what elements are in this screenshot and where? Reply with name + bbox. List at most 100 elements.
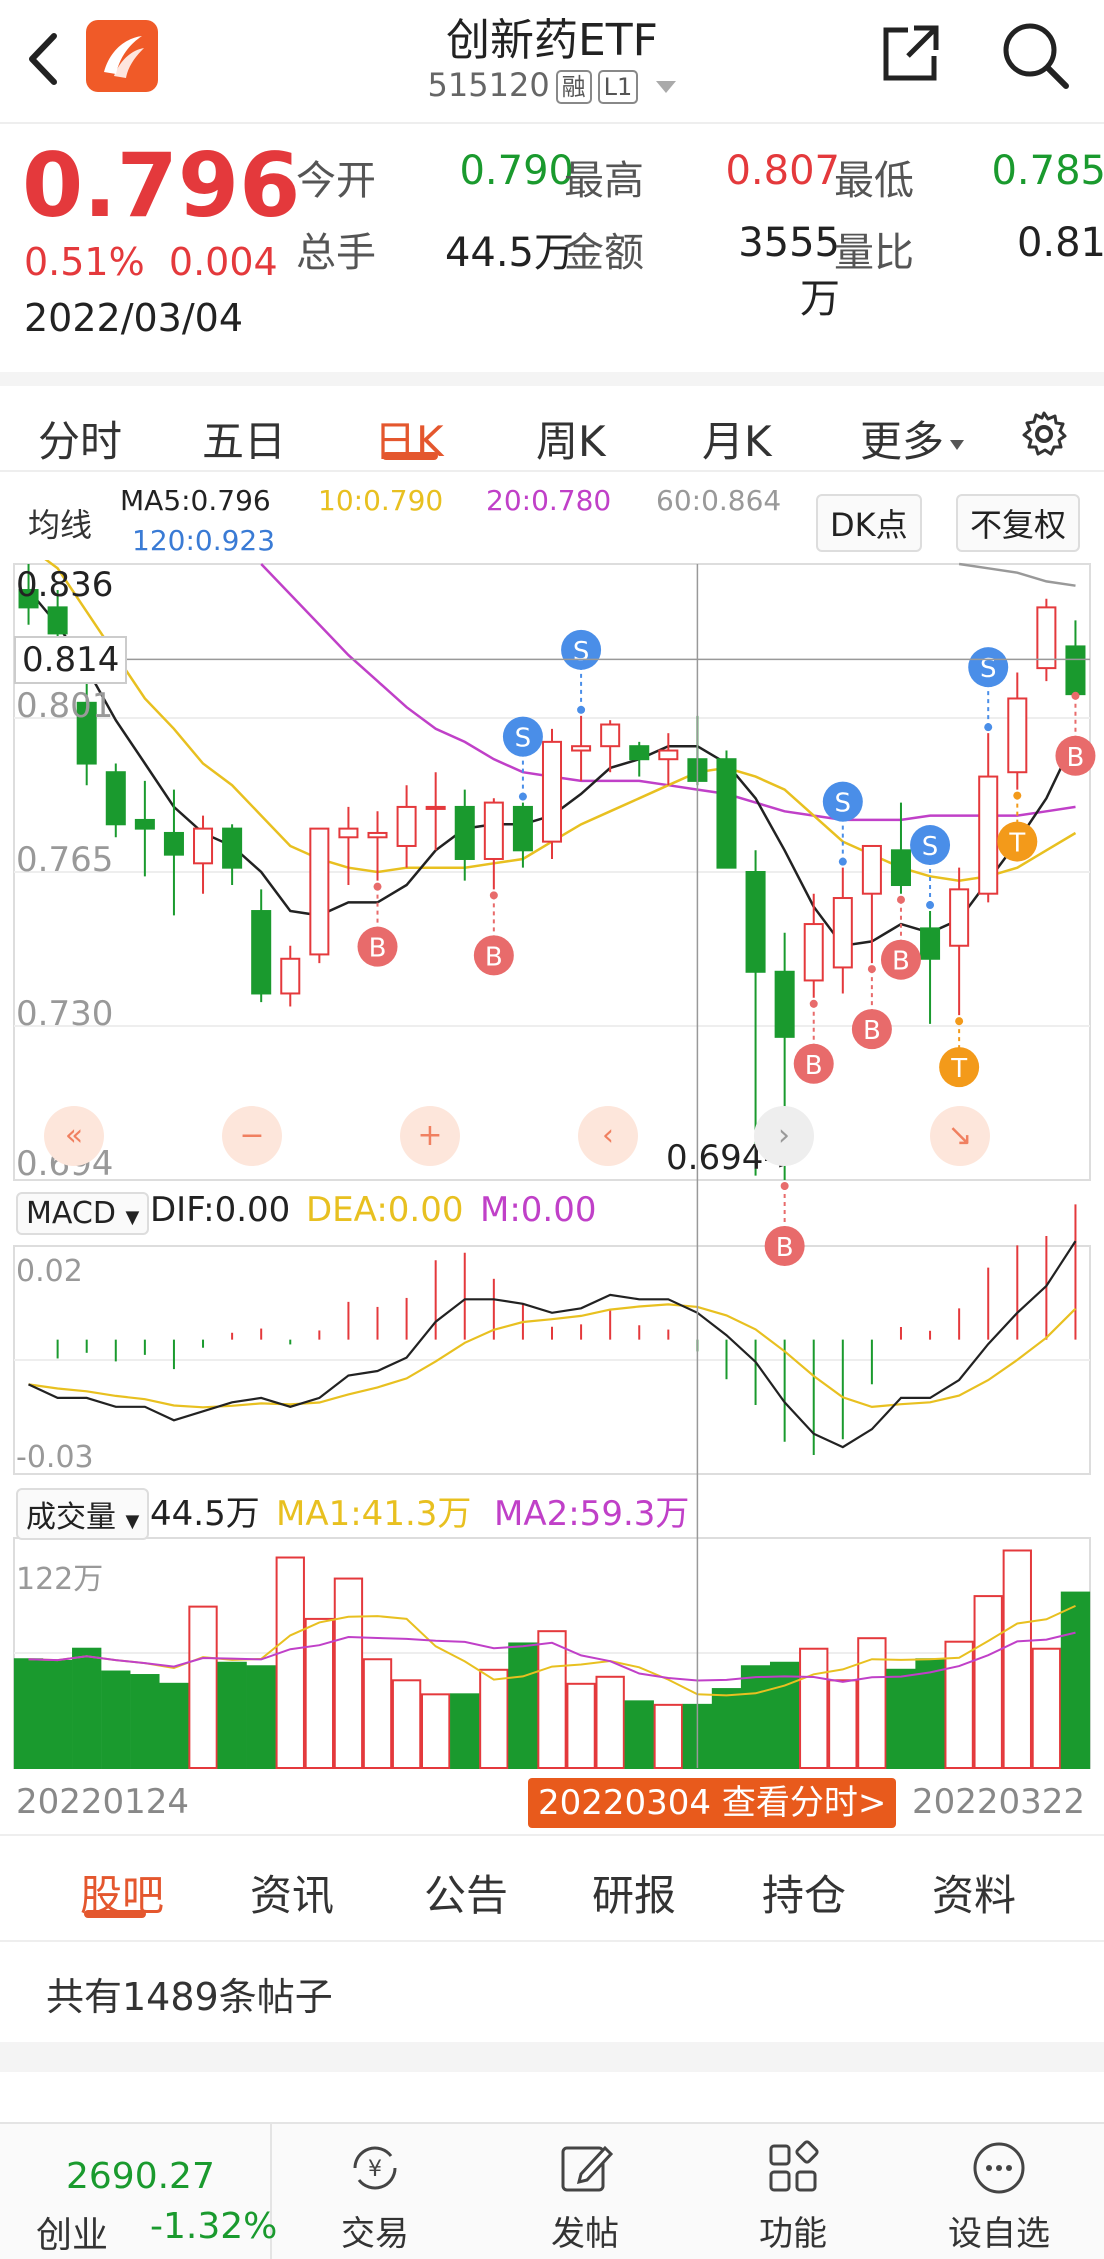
signal-letter: S — [515, 724, 532, 754]
volume-label: 成交量 — [26, 1500, 116, 1535]
candle-body — [483, 801, 504, 860]
add-watchlist-button[interactable]: 设自选 — [924, 2138, 1074, 2255]
candle-body — [309, 827, 330, 956]
volume-bar — [915, 1658, 945, 1769]
tab-intraday[interactable]: 分时 — [38, 408, 122, 469]
functions-label: 功能 — [759, 2214, 827, 2254]
view-intraday-button[interactable]: 20220304 查看分时> — [528, 1778, 897, 1828]
macd-y-label: -0.03 — [16, 1440, 94, 1475]
marker-dot — [373, 882, 382, 891]
volume-bar — [566, 1682, 596, 1769]
period-tabs: 分时 五日 日K 周K 月K 更多 — [0, 372, 1104, 472]
candle-body — [571, 745, 592, 752]
collapse-button[interactable]: ↘ — [930, 1106, 990, 1166]
trade-button[interactable]: ¥ 交易 — [300, 2138, 450, 2255]
macd-selector[interactable]: MACD ▼ — [16, 1192, 150, 1235]
volume-bar — [537, 1630, 567, 1769]
volume-bar — [595, 1675, 625, 1769]
change-amount: 0.004 — [168, 240, 278, 284]
marker-dot — [867, 965, 876, 974]
index-ticker[interactable]: 2690.27 创业 -1.32% — [0, 2124, 277, 2259]
price-change: 0.51% 0.004 — [24, 240, 278, 284]
volume-bar — [624, 1700, 654, 1769]
marker-dot — [1071, 691, 1080, 700]
volume-selector[interactable]: 成交量 ▼ — [16, 1488, 150, 1540]
volume-bar — [130, 1674, 160, 1770]
active-news-tab-underline — [84, 1910, 146, 1918]
scroll-to-start-button[interactable]: « — [44, 1106, 104, 1166]
post-button[interactable]: 发帖 — [510, 2138, 660, 2255]
caret-down-icon: ▼ — [125, 1207, 140, 1228]
volume-bar — [653, 1703, 683, 1769]
zoom-out-button[interactable]: − — [222, 1106, 282, 1166]
stat-label: 量比 — [834, 230, 914, 276]
candle-body — [425, 805, 446, 810]
signal-letter: T — [950, 1054, 967, 1084]
tab-more[interactable]: 更多 — [860, 408, 965, 469]
tab-announcements[interactable]: 公告 — [424, 1862, 508, 1923]
index-name: 创业 — [36, 2215, 109, 2256]
yen-exchange-icon: ¥ — [353, 2146, 397, 2190]
signal-letter: S — [835, 789, 852, 819]
signal-letter: B — [1067, 743, 1085, 773]
marker-dot — [518, 792, 527, 801]
marker-dot — [896, 895, 905, 904]
volume-y-label: 122万 — [16, 1562, 104, 1597]
volume-bar — [886, 1668, 916, 1770]
macd-m: M:0.00 — [480, 1190, 597, 1230]
volume-bar — [188, 1605, 218, 1769]
price-adjust-button[interactable]: 不复权 — [956, 494, 1081, 552]
x-axis-end-date: 20220322 — [912, 1782, 1086, 1822]
candle-body — [978, 775, 999, 895]
dk-points-button[interactable]: DK点 — [816, 494, 922, 552]
search-icon[interactable] — [1000, 20, 1070, 94]
candle-body — [1007, 697, 1028, 774]
volume-bar — [246, 1665, 276, 1770]
move-right-button[interactable]: › — [754, 1106, 814, 1166]
tab-monthly-k[interactable]: 月K — [702, 408, 772, 469]
volume-bar — [857, 1637, 887, 1770]
ma120-value: 120:0.923 — [132, 524, 276, 557]
tab-profile[interactable]: 资料 — [932, 1862, 1016, 1923]
stat-label: 金额 — [564, 230, 644, 276]
candle-body — [716, 758, 737, 869]
signal-letter: S — [922, 832, 939, 862]
tab-holdings[interactable]: 持仓 — [762, 1862, 846, 1923]
signal-letter: B — [805, 1051, 823, 1081]
candle-body — [1065, 645, 1086, 696]
current-price: 0.796 — [22, 134, 301, 237]
tab-news[interactable]: 资讯 — [250, 1862, 334, 1923]
stat-value: 3555万 — [738, 220, 840, 322]
volume-bar — [450, 1693, 480, 1770]
functions-button[interactable]: 功能 — [718, 2138, 868, 2255]
share-icon[interactable] — [878, 22, 942, 90]
volume-bar — [1002, 1549, 1032, 1770]
ma20-value: 20:0.780 — [486, 484, 612, 517]
macd-dif: DIF:0.00 — [150, 1190, 291, 1230]
volume-bar — [711, 1688, 742, 1769]
tab-five-day[interactable]: 五日 — [202, 408, 286, 469]
move-left-button[interactable]: ‹ — [578, 1106, 638, 1166]
stat-value: 0.790 — [459, 148, 574, 194]
change-percent: 0.51% — [24, 240, 145, 284]
svg-text:¥: ¥ — [368, 2157, 382, 2182]
top-header: 创新药ETF 515120 融 L1 — [0, 0, 1104, 124]
tab-weekly-k[interactable]: 周K — [536, 408, 606, 469]
signal-letter: B — [892, 947, 910, 977]
volume-bar — [304, 1617, 335, 1769]
ma-label: 均线 — [28, 506, 93, 544]
trade-label: 交易 — [341, 2214, 409, 2254]
signal-letter: B — [369, 934, 387, 964]
tab-research[interactable]: 研报 — [592, 1862, 676, 1923]
marker-dot — [955, 1017, 964, 1026]
candle-body — [163, 831, 184, 856]
signal-letter: T — [1008, 829, 1025, 859]
candle-body — [600, 723, 621, 748]
crosshair-price-label: 0.814 — [14, 636, 128, 684]
settings-gear-icon[interactable] — [1020, 410, 1068, 462]
signal-letter: S — [573, 637, 590, 667]
zoom-in-button[interactable]: + — [400, 1106, 460, 1166]
index-value: 2690.27 — [66, 2156, 215, 2197]
stat-value: 44.5万 — [444, 230, 574, 276]
marker-dot — [577, 705, 586, 714]
